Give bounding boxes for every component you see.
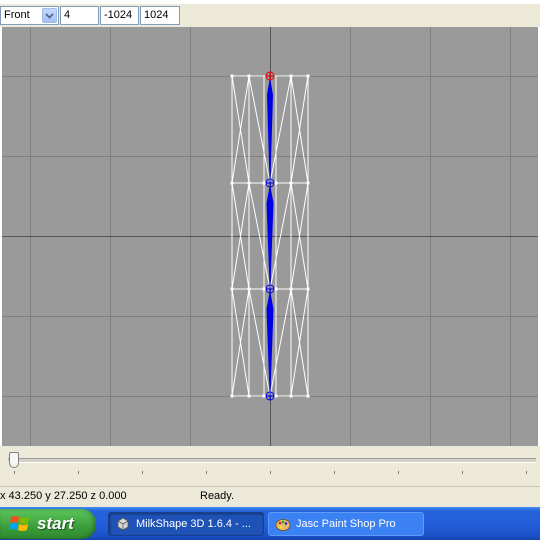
- chevron-down-icon[interactable]: [42, 8, 57, 23]
- timeline-tick: [270, 471, 271, 474]
- timeline-tick: [78, 471, 79, 474]
- timeline-tick: [526, 471, 527, 474]
- timeline-slider-thumb[interactable]: [9, 452, 19, 468]
- front-viewport[interactable]: [2, 27, 538, 446]
- taskbar-item-label: Jasc Paint Shop Pro: [296, 518, 396, 530]
- timeline-track[interactable]: [8, 458, 536, 463]
- view-select[interactable]: Front: [0, 6, 59, 25]
- paint-shop-pro-icon: [275, 519, 291, 531]
- start-button[interactable]: start: [0, 509, 96, 539]
- min-value-field[interactable]: -1024: [100, 6, 139, 25]
- cursor-coordinates: x 43.250 y 27.250 z 0.000: [0, 490, 127, 502]
- status-bar: x 43.250 y 27.250 z 0.000 Ready.: [0, 487, 540, 507]
- timeline-tick: [142, 471, 143, 474]
- root-joint: [265, 71, 275, 81]
- windows-logo-icon: [9, 516, 29, 531]
- timeline-tick: [462, 471, 463, 474]
- viewport-frame: [0, 27, 540, 446]
- timeline-tick: [206, 471, 207, 474]
- timeline-tick: [398, 471, 399, 474]
- timeline-tick: [334, 471, 335, 474]
- taskbar-item-paint-shop-pro[interactable]: Jasc Paint Shop Pro: [268, 512, 424, 536]
- start-label: start: [37, 514, 74, 533]
- milkshape-icon: [117, 517, 129, 531]
- taskbar: start MilkShape 3D 1.6.4 - ... Jasc Pain…: [0, 507, 540, 540]
- animation-timeline: [0, 446, 540, 486]
- viewport-toolbar: Front 4 -1024 1024: [0, 4, 540, 28]
- timeline-tick: [14, 471, 15, 474]
- status-message: Ready.: [200, 490, 235, 502]
- taskbar-item-milkshape[interactable]: MilkShape 3D 1.6.4 - ...: [108, 512, 264, 536]
- max-value-field[interactable]: 1024: [140, 6, 180, 25]
- taskbar-item-label: MilkShape 3D 1.6.4 - ...: [136, 518, 251, 530]
- view-select-value: Front: [4, 9, 30, 21]
- grid-size-field[interactable]: 4: [60, 6, 99, 25]
